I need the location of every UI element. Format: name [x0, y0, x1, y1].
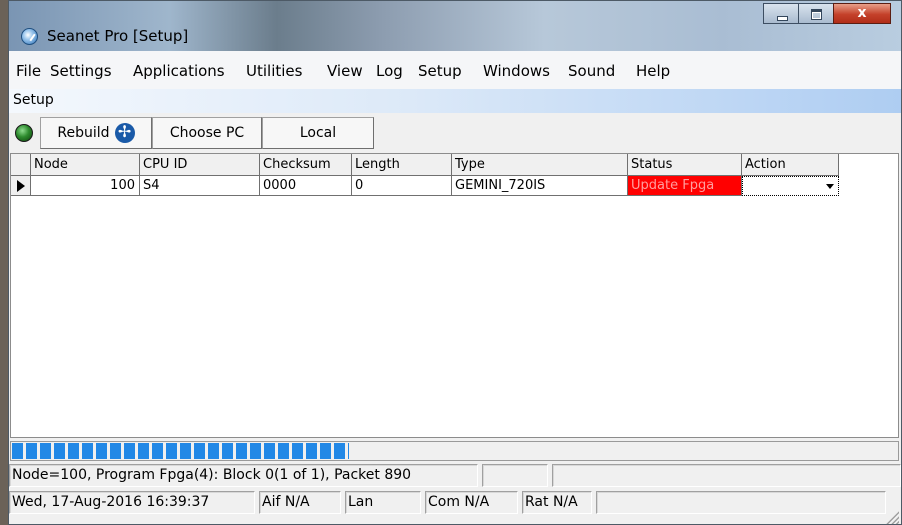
column-header-cpu-id[interactable]: CPU ID	[140, 154, 260, 176]
menu-sound[interactable]: Sound	[568, 62, 615, 80]
menu-help[interactable]: Help	[636, 62, 670, 80]
status-message: Node=100, Program Fpga(4): Block 0(1 of …	[9, 464, 478, 487]
status-bar-message: Node=100, Program Fpga(4): Block 0(1 of …	[9, 462, 901, 489]
window-controls: x	[763, 3, 891, 25]
progress-bar	[10, 441, 899, 461]
column-header-checksum[interactable]: Checksum	[260, 154, 352, 176]
close-button[interactable]: x	[833, 3, 891, 24]
choose-pc-label: Choose PC	[169, 125, 245, 141]
status-panel-empty-1	[482, 464, 548, 487]
cell-action-dropdown[interactable]	[742, 176, 839, 196]
status-com: Com N/A	[425, 491, 518, 514]
app-window: Seanet Pro [Setup] x File Settings Appli…	[8, 0, 902, 525]
cell-type[interactable]: GEMINI_720IS	[452, 176, 628, 196]
row-header-corner	[11, 154, 31, 176]
menu-settings[interactable]: Settings	[50, 62, 112, 80]
cell-checksum[interactable]: 0000	[260, 176, 352, 196]
menu-log[interactable]: Log	[376, 62, 403, 80]
progress-fill	[12, 443, 350, 459]
menu-utilities[interactable]: Utilities	[246, 62, 302, 80]
minimize-button[interactable]	[763, 3, 799, 24]
status-panel-empty-3	[596, 491, 886, 514]
column-header-status[interactable]: Status	[628, 154, 742, 176]
local-button[interactable]: Local	[262, 117, 374, 149]
menu-file[interactable]: File	[16, 62, 41, 80]
menu-setup[interactable]: Setup	[418, 62, 462, 80]
row-selector-icon[interactable]	[11, 176, 31, 196]
node-table: Node CPU ID Checksum Length Type Status …	[10, 153, 899, 438]
cell-length[interactable]: 0	[352, 176, 452, 196]
setup-header-label: Setup	[13, 92, 54, 108]
column-header-type[interactable]: Type	[452, 154, 628, 176]
rebuild-button[interactable]: Rebuild	[40, 117, 152, 149]
close-icon: x	[857, 5, 867, 21]
cell-cpu-id[interactable]: S4	[140, 176, 260, 196]
title-bar[interactable]: Seanet Pro [Setup] x	[9, 1, 901, 51]
column-header-action[interactable]: Action	[742, 154, 839, 176]
status-led-icon	[15, 124, 33, 142]
resize-grip-icon[interactable]	[885, 510, 899, 524]
cell-node[interactable]: 100	[31, 176, 140, 196]
status-rat: Rat N/A	[522, 491, 592, 514]
toolbar: Rebuild Choose PC Local	[9, 113, 901, 153]
rebuild-label: Rebuild	[57, 125, 110, 141]
cell-status-badge[interactable]: Update Fpga	[628, 176, 742, 196]
maximize-button[interactable]	[798, 3, 834, 24]
status-lan: Lan	[345, 491, 421, 514]
menu-bar: File Settings Applications Utilities Vie…	[9, 51, 901, 90]
column-header-length[interactable]: Length	[352, 154, 452, 176]
status-datetime: Wed, 17-Aug-2016 16:39:37	[9, 491, 255, 514]
status-panel-empty-2	[552, 464, 901, 487]
window-title: Seanet Pro [Setup]	[47, 27, 189, 45]
dropdown-arrow-icon[interactable]	[826, 184, 834, 189]
local-label: Local	[299, 125, 337, 141]
status-aif: Aif N/A	[259, 491, 341, 514]
menu-windows[interactable]: Windows	[483, 62, 550, 80]
app-icon	[21, 28, 38, 45]
fan-icon	[114, 122, 135, 143]
menu-view[interactable]: View	[327, 62, 363, 80]
menu-applications[interactable]: Applications	[133, 62, 225, 80]
column-header-node[interactable]: Node	[31, 154, 140, 176]
status-bar-info: Wed, 17-Aug-2016 16:39:37 Aif N/A Lan Co…	[9, 489, 901, 524]
setup-header: Setup	[9, 89, 901, 113]
choose-pc-button[interactable]: Choose PC	[152, 117, 262, 149]
